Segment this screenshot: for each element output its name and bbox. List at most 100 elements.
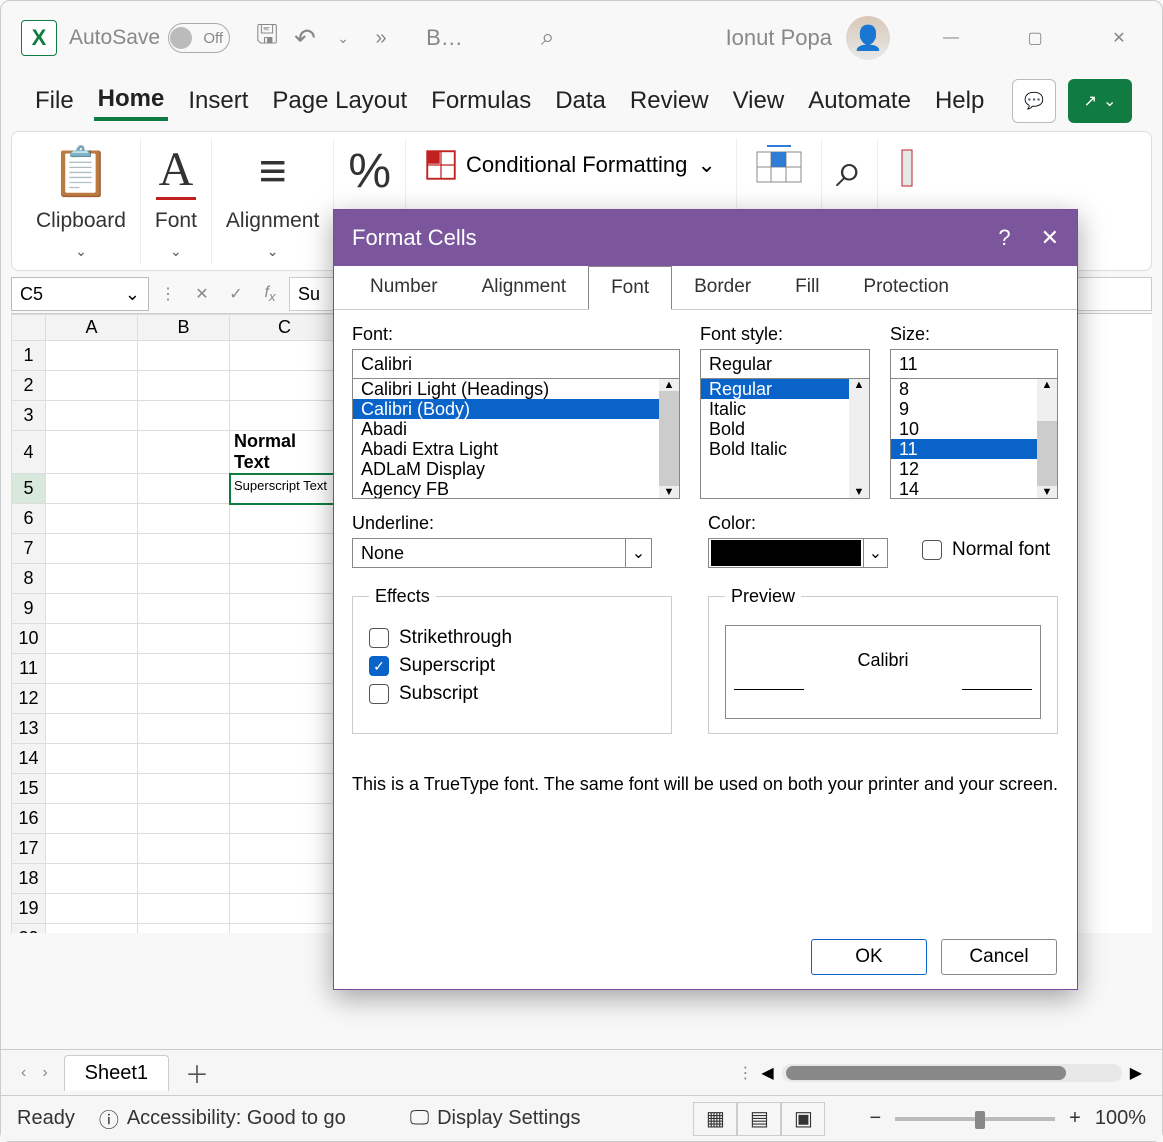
cell[interactable] — [46, 401, 138, 431]
cell[interactable] — [46, 594, 138, 624]
column-header[interactable]: B — [138, 315, 230, 341]
cell[interactable]: Normal Text — [230, 431, 340, 474]
cell[interactable] — [230, 371, 340, 401]
cell[interactable]: Superscript Text — [230, 474, 340, 504]
user-name[interactable]: Ionut Popa — [726, 25, 832, 51]
row-header[interactable]: 12 — [12, 684, 46, 714]
row-header[interactable]: 20 — [12, 924, 46, 934]
maximize-button[interactable]: ▢ — [1012, 15, 1058, 61]
font-style-input[interactable] — [700, 349, 870, 379]
size-option[interactable]: 12 — [891, 459, 1057, 479]
row-header[interactable]: 6 — [12, 504, 46, 534]
cell[interactable] — [46, 864, 138, 894]
tab-view[interactable]: View — [729, 83, 789, 119]
name-box[interactable]: C5 ⌄ — [11, 277, 149, 311]
cell[interactable] — [138, 864, 230, 894]
row-header[interactable]: 5 — [12, 474, 46, 504]
row-header[interactable]: 14 — [12, 744, 46, 774]
dialog-tab-protection[interactable]: Protection — [841, 266, 971, 309]
tab-home[interactable]: Home — [94, 81, 169, 121]
sheet-nav-prev-icon[interactable]: ‹ — [21, 1064, 26, 1082]
scroll-up-icon[interactable]: ▲ — [664, 379, 675, 391]
size-option[interactable]: 11 — [891, 439, 1057, 459]
color-select[interactable]: ⌄ — [708, 538, 888, 568]
cell[interactable] — [138, 744, 230, 774]
scroll-up-icon[interactable]: ▲ — [1042, 379, 1053, 391]
cell[interactable] — [138, 834, 230, 864]
close-button[interactable]: ✕ — [1041, 225, 1059, 251]
cancel-formula-icon[interactable]: ✕ — [187, 279, 217, 309]
dialog-tab-fill[interactable]: Fill — [773, 266, 841, 309]
dialog-title-bar[interactable]: Format Cells ? ✕ — [334, 210, 1077, 266]
size-option[interactable]: 8 — [891, 379, 1057, 399]
cell[interactable] — [138, 804, 230, 834]
row-header[interactable]: 2 — [12, 371, 46, 401]
horizontal-scrollbar[interactable] — [782, 1064, 1122, 1082]
cell[interactable] — [138, 624, 230, 654]
row-header[interactable]: 18 — [12, 864, 46, 894]
chevron-down-icon[interactable]: ⌄ — [267, 243, 279, 260]
ok-button[interactable]: OK — [811, 939, 927, 975]
cell[interactable] — [138, 401, 230, 431]
row-header[interactable]: 8 — [12, 564, 46, 594]
cell[interactable] — [230, 804, 340, 834]
cell[interactable] — [138, 684, 230, 714]
undo-icon[interactable]: ↶ — [292, 25, 318, 51]
cell[interactable] — [230, 774, 340, 804]
view-page-layout-button[interactable]: ▤ — [737, 1102, 781, 1136]
help-button[interactable]: ? — [998, 225, 1010, 251]
cancel-button[interactable]: Cancel — [941, 939, 1057, 975]
font-style-list[interactable]: Regular Italic Bold Bold Italic ▲▼ — [700, 379, 870, 499]
font-option[interactable]: Calibri Light (Headings) — [353, 379, 679, 399]
more-icon[interactable]: » — [368, 25, 394, 51]
search-icon[interactable]: ⌕ — [535, 25, 561, 51]
size-option[interactable]: 10 — [891, 419, 1057, 439]
zoom-slider-knob[interactable] — [975, 1111, 985, 1129]
cell[interactable] — [138, 924, 230, 934]
font-option[interactable]: Agency FB — [353, 479, 679, 499]
tab-file[interactable]: File — [31, 83, 78, 119]
cell[interactable] — [230, 684, 340, 714]
cell[interactable] — [46, 431, 138, 474]
tab-page-layout[interactable]: Page Layout — [268, 83, 411, 119]
zoom-in-button[interactable]: + — [1069, 1107, 1081, 1130]
new-sheet-button[interactable]: ＋ — [185, 1055, 209, 1090]
cell[interactable] — [230, 654, 340, 684]
underline-select[interactable]: None ⌄ — [352, 538, 652, 568]
ribbon-group-alignment[interactable]: ≡ Alignment ⌄ — [212, 138, 334, 264]
font-option[interactable]: Calibri (Body) — [353, 399, 679, 419]
cell[interactable] — [46, 624, 138, 654]
view-page-break-button[interactable]: ▣ — [781, 1102, 825, 1136]
cell[interactable] — [46, 774, 138, 804]
tab-scroll-options-icon[interactable]: ⋮ — [737, 1063, 753, 1083]
tab-data[interactable]: Data — [551, 83, 610, 119]
style-option[interactable]: Regular — [701, 379, 869, 399]
cell[interactable] — [138, 341, 230, 371]
fx-icon[interactable]: fx — [255, 279, 285, 309]
cell[interactable] — [46, 474, 138, 504]
scroll-down-icon[interactable]: ▼ — [854, 486, 865, 498]
cell[interactable] — [138, 894, 230, 924]
style-list-scrollbar[interactable]: ▲▼ — [849, 379, 869, 498]
cell[interactable] — [230, 744, 340, 774]
column-header[interactable]: A — [46, 315, 138, 341]
cell[interactable] — [46, 564, 138, 594]
cell[interactable] — [138, 371, 230, 401]
document-name[interactable]: B… — [426, 25, 463, 51]
sheet-tab[interactable]: Sheet1 — [64, 1055, 169, 1091]
cell[interactable] — [138, 504, 230, 534]
scroll-down-icon[interactable]: ▼ — [1042, 486, 1053, 498]
cell[interactable] — [46, 534, 138, 564]
cell[interactable] — [46, 894, 138, 924]
save-icon[interactable]: 🖫 — [254, 25, 280, 51]
dialog-tab-font[interactable]: Font — [588, 266, 672, 310]
chevron-down-icon[interactable]: ⌄ — [626, 538, 652, 568]
font-list[interactable]: Calibri Light (Headings) Calibri (Body) … — [352, 379, 680, 499]
row-header[interactable]: 7 — [12, 534, 46, 564]
font-option[interactable]: ADLaM Display — [353, 459, 679, 479]
size-input[interactable] — [890, 349, 1058, 379]
normal-font-checkbox[interactable]: Normal font — [922, 537, 1050, 562]
cell[interactable] — [230, 594, 340, 624]
font-list-scrollbar[interactable]: ▲▼ — [659, 379, 679, 498]
row-header[interactable]: 15 — [12, 774, 46, 804]
